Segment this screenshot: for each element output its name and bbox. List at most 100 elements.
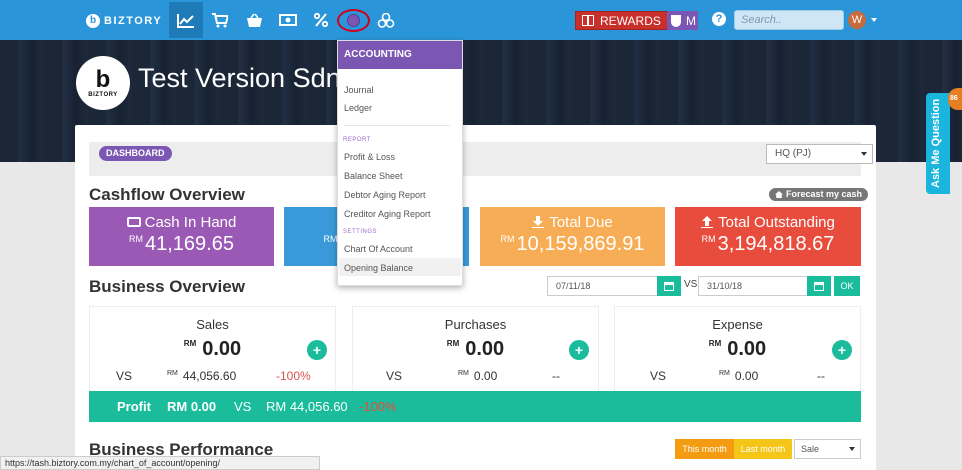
currency-label: RM	[719, 370, 730, 377]
help-icon[interactable]: ?	[712, 12, 726, 26]
profit-amount: RM 0.00	[167, 399, 217, 414]
add-sales-button[interactable]: +	[307, 340, 327, 360]
brand-icon: b	[86, 14, 100, 28]
card-title: Total Outstanding	[718, 214, 835, 231]
purchases-box: Purchases RM 0.00 + VS RM 0.00 --	[352, 306, 599, 392]
breadcrumb-dashboard[interactable]: DASHBOARD	[99, 146, 172, 161]
ask-tab-label: Ask Me Question	[930, 98, 942, 188]
forecast-label: Forecast my cash	[786, 189, 863, 199]
card-title: Total Due	[549, 214, 613, 231]
menu-item-profit-loss[interactable]: Profit & Loss	[344, 152, 395, 162]
menu-item-balance-sheet[interactable]: Balance Sheet	[344, 171, 403, 181]
box-amount: 0.00	[727, 338, 767, 360]
box-prev: 0.00	[473, 369, 498, 383]
performance-select[interactable]: Sale	[794, 439, 861, 459]
currency-label: RM	[167, 370, 178, 377]
dropdown-header: ACCOUNTING	[338, 41, 462, 69]
currency-label: RM	[500, 234, 515, 244]
search-input[interactable]	[734, 10, 844, 30]
menu-divider	[344, 125, 450, 126]
avatar[interactable]: W	[848, 11, 866, 29]
brand-name: BIZTORY	[104, 15, 163, 27]
gift-icon	[582, 15, 594, 26]
this-month-button[interactable]: This month	[675, 439, 734, 459]
date-from-input[interactable]: 07/11/18	[547, 276, 658, 296]
nav-dashboard-chart-icon[interactable]	[169, 2, 203, 38]
box-prev: 44,056.60	[182, 369, 237, 383]
box-title: Expense	[712, 317, 763, 332]
currency-label: RM	[129, 234, 143, 244]
cashflow-title: Cashflow Overview	[89, 185, 245, 204]
date-to-input[interactable]: 31/10/18	[698, 276, 808, 296]
box-percent: --	[817, 369, 825, 383]
total-outstanding-card[interactable]: Total Outstanding RM 3,194,818.67	[675, 207, 861, 266]
nav-money-icon[interactable]	[271, 2, 305, 38]
forecast-button[interactable]: Forecast my cash	[769, 188, 869, 201]
sales-box: Sales RM 0.00 + VS RM 44,056.60 -100%	[89, 306, 336, 392]
ask-me-question-tab[interactable]: Ask Me Question	[926, 93, 950, 194]
box-prev: 0.00	[734, 369, 759, 383]
total-due-card[interactable]: Total Due RM 10,159,869.91	[480, 207, 665, 266]
top-navbar: b BIZTORY REWARDS M ? W	[0, 0, 962, 40]
shield-icon	[671, 14, 681, 27]
box-title: Purchases	[444, 317, 507, 332]
menu-item-chart-of-account[interactable]: Chart Of Account	[344, 244, 413, 254]
membership-badge[interactable]: M	[667, 11, 698, 30]
add-expense-button[interactable]: +	[832, 340, 852, 360]
business-overview-title: Business Overview	[89, 277, 245, 296]
breadcrumb: DASHBOARD HQ (PJ)	[89, 142, 873, 176]
brand-logo[interactable]: b BIZTORY	[86, 12, 162, 30]
nav-cart-icon[interactable]	[203, 2, 237, 38]
date-vs-label: VS	[684, 279, 698, 290]
card-amount: 41,169.65	[145, 233, 234, 255]
ok-button[interactable]: OK	[834, 276, 860, 296]
menu-item-debtor-aging[interactable]: Debtor Aging Report	[344, 190, 426, 200]
money-icon	[126, 217, 141, 227]
nav-cubes-icon[interactable]	[369, 2, 403, 38]
box-vs: VS	[386, 369, 403, 383]
menu-item-journal[interactable]: Journal	[344, 85, 374, 95]
menu-item-ledger[interactable]: Ledger	[344, 103, 372, 113]
box-vs: VS	[116, 369, 133, 383]
card-amount: 3,194,818.67	[717, 233, 835, 255]
add-purchase-button[interactable]: +	[569, 340, 589, 360]
download-icon	[532, 216, 545, 228]
box-vs: VS	[650, 369, 667, 383]
menu-section-settings: SETTINGS	[343, 229, 378, 235]
box-amount: 0.00	[202, 338, 242, 360]
accounting-dropdown: ACCOUNTING Journal Ledger REPORT Profit …	[337, 40, 463, 286]
profit-percent: -100%	[359, 399, 397, 414]
profit-vs: VS	[234, 399, 252, 414]
currency-label: RM	[701, 234, 716, 244]
currency-label: RM	[446, 339, 460, 348]
last-month-button[interactable]: Last month	[734, 439, 792, 459]
calendar-icon[interactable]	[807, 276, 831, 296]
logo-letter-icon: b	[95, 66, 111, 93]
card-amount: 10,159,869.91	[516, 233, 645, 255]
box-amount: 0.00	[465, 338, 505, 360]
home-icon	[775, 191, 783, 198]
branch-select[interactable]: HQ (PJ)	[766, 144, 873, 164]
profit-prev: RM 44,056.60	[266, 399, 348, 414]
currency-label: RM	[458, 370, 469, 377]
box-title: Sales	[196, 317, 229, 332]
rewards-label: REWARDS	[600, 13, 661, 28]
company-logo: b BIZTORY	[76, 56, 130, 110]
rewards-button[interactable]: REWARDS	[575, 11, 668, 30]
dashboard-panel: DASHBOARD HQ (PJ) Cashflow Overview Fore…	[75, 125, 876, 470]
card-title: Cash In Hand	[144, 214, 237, 231]
menu-section-report: REPORT	[343, 137, 371, 143]
nav-basket-icon[interactable]	[237, 2, 271, 38]
currency-label: RM	[183, 339, 197, 348]
profit-label: Profit	[117, 399, 151, 414]
calendar-icon[interactable]	[657, 276, 681, 296]
currency-label: RM	[323, 234, 338, 244]
upload-icon	[701, 216, 714, 228]
nav-percent-icon[interactable]	[304, 2, 338, 38]
membership-label: M	[686, 13, 696, 28]
menu-item-opening-balance[interactable]: Opening Balance	[344, 263, 413, 273]
menu-item-creditor-aging[interactable]: Creditor Aging Report	[344, 209, 431, 219]
chevron-down-icon[interactable]	[871, 18, 877, 22]
ask-badge: 86	[948, 88, 962, 110]
nav-accounting-icon[interactable]	[347, 14, 360, 27]
